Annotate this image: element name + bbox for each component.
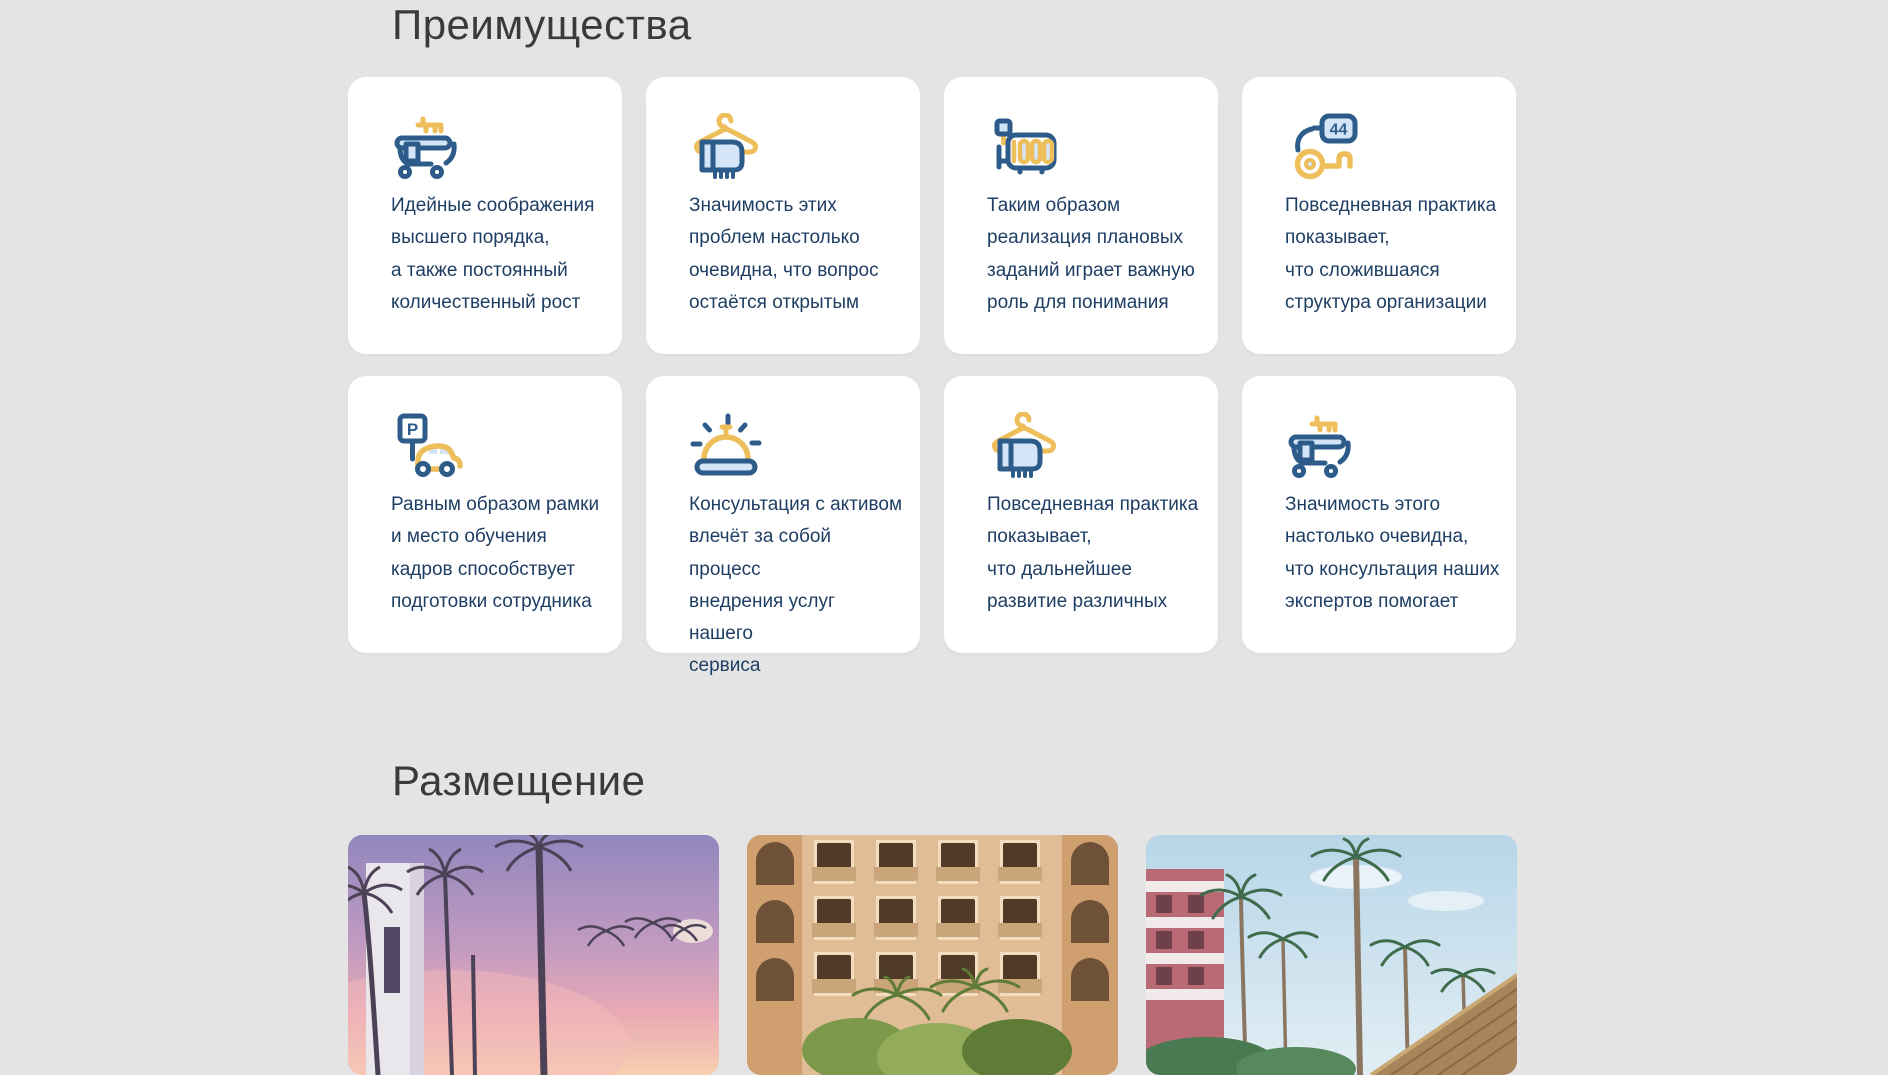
page-content: Преимущества Идейные соображения высшего… (348, 0, 1517, 932)
advantage-card-text: Таким образом реализация плановых задани… (987, 190, 1202, 319)
card-text-line: что консультация наших (1285, 554, 1500, 586)
card-text-line: Равным образом рамки (391, 489, 606, 521)
sunset-palms-photo[interactable] (348, 835, 719, 1075)
card-text-line: структура организации (1285, 287, 1500, 319)
key-tag-number: 44 (1330, 122, 1348, 139)
advantage-card-text: Идейные соображения высшего порядка, а т… (391, 190, 606, 319)
card-text-line: настолько очевидна, (1285, 521, 1500, 553)
card-text-line: Консультация с активом (689, 489, 904, 521)
card-text-line: количественный рост (391, 287, 606, 319)
card-text-line: остаётся открытым (689, 287, 904, 319)
card-text-line: сервиса (689, 650, 904, 682)
radiator-icon (986, 113, 1062, 181)
card-text-line: высшего порядка, (391, 222, 606, 254)
advantage-card-text: Значимость этих проблем настолько очевид… (689, 190, 904, 319)
card-text-line: а также постоянный (391, 255, 606, 287)
resort-palms-photo[interactable] (1146, 835, 1517, 1075)
advantage-card-text: Повседневная практика показывает, что да… (987, 489, 1202, 618)
advantages-section-title: Преимущества (392, 0, 692, 50)
service-bell-icon (688, 412, 764, 480)
card-text-line: очевидна, что вопрос (689, 255, 904, 287)
hotel-facade-photo[interactable] (747, 835, 1118, 1075)
advantage-card-text: Равным образом рамки и место обучения ка… (391, 489, 606, 618)
bathtub-icon (1284, 412, 1360, 480)
card-text-line: проблем настолько (689, 222, 904, 254)
card-text-line: Значимость этих (689, 190, 904, 222)
room-key-icon: 44 (1284, 113, 1360, 181)
advantage-card-6: Консультация с активом влечёт за собой п… (646, 376, 920, 653)
card-text-line: что дальнейшее (987, 554, 1202, 586)
advantage-card-7: Повседневная практика показывает, что да… (944, 376, 1218, 653)
advantage-card-2: Значимость этих проблем настолько очевид… (646, 77, 920, 354)
card-text-line: Таким образом (987, 190, 1202, 222)
advantage-card-text: Консультация с активом влечёт за собой п… (689, 489, 904, 683)
accommodation-gallery (348, 835, 1517, 1075)
card-text-line: Повседневная практика (1285, 190, 1500, 222)
hanger-towel-icon (986, 412, 1062, 480)
card-text-line: Повседневная практика (987, 489, 1202, 521)
card-text-line: показывает, (1285, 222, 1500, 254)
bathtub-icon (390, 113, 466, 181)
card-text-line: и место обучения (391, 521, 606, 553)
card-text-line: кадров способствует (391, 554, 606, 586)
card-text-line: развитие различных (987, 586, 1202, 618)
advantage-card-4: 44 Повседневная практика показывает, что… (1242, 77, 1516, 354)
advantage-card-5: P Равным образом рамки и место обучения … (348, 376, 622, 653)
card-text-line: заданий играет важную (987, 255, 1202, 287)
accommodation-section-title: Размещение (392, 756, 645, 806)
advantage-card-text: Повседневная практика показывает, что сл… (1285, 190, 1500, 319)
advantage-card-8: Значимость этого настолько очевидна, что… (1242, 376, 1516, 653)
card-text-line: Идейные соображения (391, 190, 606, 222)
card-text-line: экспертов помогает (1285, 586, 1500, 618)
card-text-line: Значимость этого (1285, 489, 1500, 521)
card-text-line: подготовки сотрудника (391, 586, 606, 618)
card-text-line: влечёт за собой процесс (689, 521, 904, 586)
card-text-line: роль для понимания (987, 287, 1202, 319)
advantage-card-1: Идейные соображения высшего порядка, а т… (348, 77, 622, 354)
advantage-card-text: Значимость этого настолько очевидна, что… (1285, 489, 1500, 618)
card-text-line: что сложившаяся (1285, 255, 1500, 287)
card-text-line: реализация плановых (987, 222, 1202, 254)
parking-car-icon: P (390, 412, 466, 480)
parking-sign-letter: P (407, 420, 418, 439)
card-text-line: внедрения услуг нашего (689, 586, 904, 651)
advantage-card-3: Таким образом реализация плановых задани… (944, 77, 1218, 354)
card-text-line: показывает, (987, 521, 1202, 553)
hanger-towel-icon (688, 113, 764, 181)
advantages-grid: Идейные соображения высшего порядка, а т… (348, 77, 1516, 653)
